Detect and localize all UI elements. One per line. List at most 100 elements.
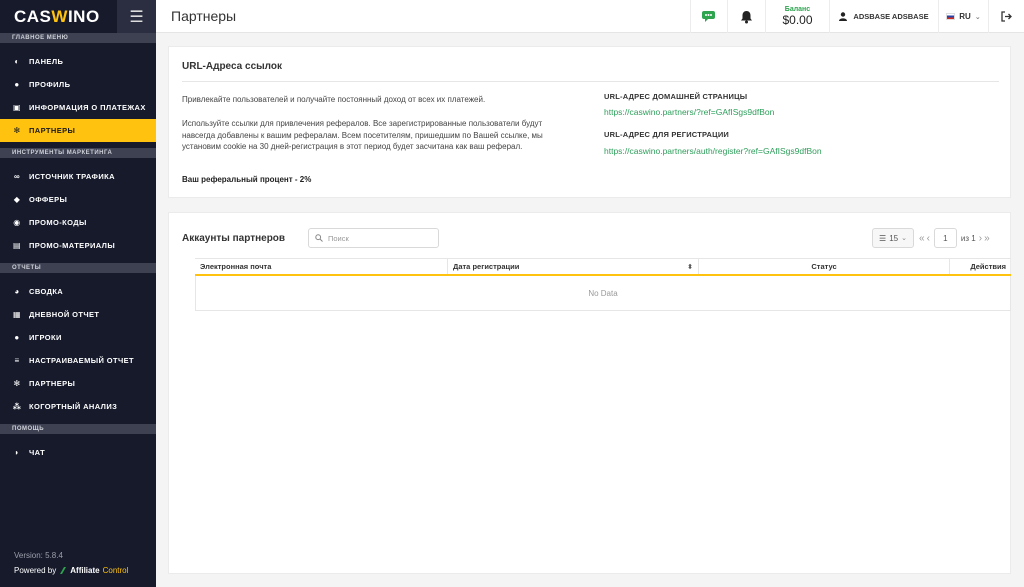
sidebar-item-label: ПРОФИЛЬ — [29, 80, 71, 89]
sidebar-item[interactable]: ◕ СВОДКА — [0, 280, 156, 303]
sidebar-item-label: ИНФОРМАЦИЯ О ПЛАТЕЖАХ — [29, 103, 146, 112]
player-icon: ● — [14, 333, 20, 342]
column-email[interactable]: Электронная почта — [195, 259, 448, 274]
table-header: Электронная почта Дата регистрации ⬍ Ста… — [195, 258, 1011, 276]
tag-icon: ◆ — [13, 195, 21, 204]
balance[interactable]: Баланс $0.00 — [765, 0, 829, 33]
powered-by: Powered by Affiliate Control — [14, 566, 129, 575]
last-page-icon[interactable]: » — [984, 233, 990, 244]
chat-button[interactable] — [690, 0, 727, 33]
chevron-down-icon: ⌄ — [901, 235, 907, 242]
divider — [182, 81, 999, 82]
balance-value: $0.00 — [782, 13, 813, 27]
referral-percent: Ваш реферальный процент - 2% — [182, 175, 312, 184]
card-title: URL-Адреса ссылок — [182, 61, 283, 72]
sort-icon[interactable]: ⬍ — [687, 263, 693, 271]
search-icon — [315, 234, 323, 242]
user-name: ADSBASE ADSBASE — [853, 12, 929, 21]
notifications-button[interactable] — [727, 0, 765, 33]
cohort-icon: ⁂ — [12, 402, 22, 411]
users-icon: ✻ — [13, 126, 21, 135]
empty-state: No Data — [195, 276, 1011, 311]
sidebar-item-label: СВОДКА — [29, 287, 64, 296]
partners-table: Электронная почта Дата регистрации ⬍ Ста… — [195, 258, 1011, 311]
home-url-link[interactable]: https://caswino.partners/?ref=GAfISgs9df… — [604, 107, 774, 117]
column-status[interactable]: Статус — [699, 259, 950, 274]
summary-icon: ◕ — [14, 287, 20, 296]
dashboard-icon: ◐ — [14, 57, 20, 66]
chat-icon — [701, 10, 715, 22]
sidebar-item[interactable]: ▦ ДНЕВНОЙ ОТЧЕТ — [0, 303, 156, 326]
intro-text: Привлекайте пользователей и получайте по… — [182, 95, 486, 104]
user-icon: ● — [14, 80, 20, 89]
column-actions: Действия — [970, 262, 1006, 271]
sidebar-item[interactable]: ● ПРОФИЛЬ — [0, 73, 156, 96]
calendar-icon: ▦ — [13, 310, 21, 319]
promo-code-icon: ◉ — [13, 218, 21, 227]
menu-toggle-icon[interactable]: ☰ — [117, 0, 156, 33]
sidebar-section-header: ОТЧЕТЫ — [0, 263, 156, 273]
sidebar-item[interactable]: ◆ ОФФЕРЫ — [0, 188, 156, 211]
register-url-label: URL-АДРЕС ДЛЯ РЕГИСТРАЦИИ — [604, 130, 730, 139]
sidebar-item-label: ПАНЕЛЬ — [29, 57, 64, 66]
sidebar-item[interactable]: ✻ ПАРТНЕРЫ — [0, 119, 156, 142]
page-total: из 1 — [960, 233, 976, 243]
sidebar-item[interactable]: ◗ ЧАТ — [0, 441, 156, 464]
russia-flag-icon — [946, 13, 956, 20]
image-icon: ▤ — [13, 241, 21, 250]
sidebar-item[interactable]: ▣ ИНФОРМАЦИЯ О ПЛАТЕЖАХ — [0, 96, 156, 119]
sidebar-item[interactable]: ✻ ПАРТНЕРЫ — [0, 372, 156, 395]
partners-icon: ✻ — [13, 379, 21, 388]
sidebar-item-label: КОГОРТНЫЙ АНАЛИЗ — [29, 402, 118, 411]
chat-icon: ◗ — [14, 448, 20, 457]
sidebar-item[interactable]: ◉ ПРОМО-КОДЫ — [0, 211, 156, 234]
column-registration-date[interactable]: Дата регистрации ⬍ — [448, 259, 699, 274]
sidebar-item[interactable]: ⁂ КОГОРТНЫЙ АНАЛИЗ — [0, 395, 156, 418]
balance-label: Баланс — [784, 6, 811, 13]
user-menu[interactable]: ADSBASE ADSBASE — [829, 0, 938, 33]
sidebar-item-label: ПРОМО-МАТЕРИАЛЫ — [29, 241, 116, 250]
link-icon: ∞ — [13, 172, 21, 181]
language-value: RU — [959, 12, 971, 21]
page-input[interactable]: 1 — [933, 228, 957, 248]
sidebar-item-label: ИСТОЧНИК ТРАФИКА — [29, 172, 115, 181]
sliders-icon: ≡ — [14, 356, 20, 365]
logout-button[interactable] — [988, 0, 1024, 33]
affiliate-control-logo-icon — [60, 567, 67, 574]
language-select[interactable]: RU ⌄ — [938, 0, 988, 33]
sidebar-section-header: ПОМОЩЬ — [0, 424, 156, 434]
page-size-select[interactable]: ☰ 15 ⌄ — [872, 228, 914, 248]
sidebar-item-label: ЧАТ — [29, 448, 46, 457]
sidebar-item-label: ОФФЕРЫ — [29, 195, 68, 204]
card-title: Аккаунты партнеров — [182, 233, 286, 244]
sidebar-item[interactable]: ● ИГРОКИ — [0, 326, 156, 349]
sidebar-item-label: НАСТРАИВАЕМЫЙ ОТЧЕТ — [29, 356, 135, 365]
chevron-down-icon: ⌄ — [974, 13, 981, 21]
search-placeholder: Поиск — [328, 233, 349, 243]
sidebar-section-header: ИНСТРУМЕНТЫ МАРКЕТИНГА — [0, 148, 156, 158]
sidebar-item-label: ИГРОКИ — [29, 333, 62, 342]
sidebar-item-label: ПАРТНЕРЫ — [29, 379, 76, 388]
register-url-link[interactable]: https://caswino.partners/auth/register?r… — [604, 146, 822, 156]
sidebar-item[interactable]: ≡ НАСТРАИВАЕМЫЙ ОТЧЕТ — [0, 349, 156, 372]
sidebar-item-label: ДНЕВНОЙ ОТЧЕТ — [29, 310, 100, 319]
list-icon: ☰ — [879, 233, 887, 243]
sidebar-item-label: ПАРТНЕРЫ — [29, 126, 76, 135]
home-url-label: URL-АДРЕС ДОМАШНЕЙ СТРАНИЦЫ — [604, 92, 748, 101]
sidebar-item[interactable]: ▤ ПРОМО-МАТЕРИАЛЫ — [0, 234, 156, 257]
next-page-icon[interactable]: › — [979, 233, 982, 244]
prev-page-icon[interactable]: ‹ — [927, 233, 930, 244]
referral-urls-card: URL-Адреса ссылок Привлекайте пользовате… — [168, 46, 1011, 198]
sidebar-item[interactable]: ∞ ИСТОЧНИК ТРАФИКА — [0, 165, 156, 188]
page-title: Партнеры — [171, 8, 237, 24]
sidebar-item[interactable]: ◐ ПАНЕЛЬ — [0, 50, 156, 73]
search-input[interactable]: Поиск — [308, 228, 439, 248]
first-page-icon[interactable]: « — [919, 233, 925, 244]
user-icon — [839, 12, 848, 21]
description-text: Используйте ссылки для привлечения рефер… — [182, 119, 543, 151]
version-text: Version: 5.8.4 — [14, 551, 63, 560]
pagination: ☰ 15 ⌄ « ‹ 1 из 1 › » — [872, 228, 990, 248]
logo[interactable]: CASWINO — [0, 7, 117, 27]
partner-accounts-card: Аккаунты партнеров Поиск ☰ 15 ⌄ « ‹ 1 из… — [168, 212, 1011, 574]
logout-icon — [1001, 11, 1012, 22]
